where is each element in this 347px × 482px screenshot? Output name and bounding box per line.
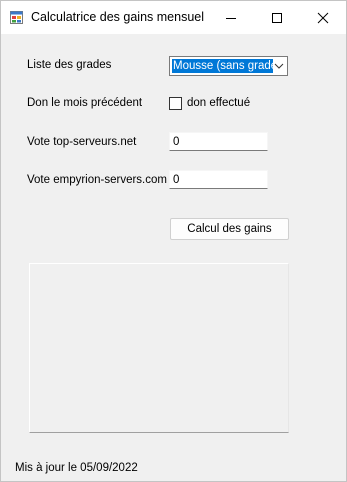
result-output-box — [29, 263, 289, 433]
close-button[interactable] — [300, 1, 346, 34]
minimize-button[interactable] — [208, 1, 254, 34]
grades-label: Liste des grades — [27, 59, 112, 71]
calculate-button[interactable]: Calcul des gains — [170, 218, 289, 240]
maximize-icon — [272, 13, 282, 23]
donation-checkbox[interactable] — [169, 97, 182, 110]
close-icon — [317, 12, 329, 24]
donation-checkbox-label[interactable]: don effectué — [187, 97, 250, 109]
app-window: Calculatrice des gains mensuel Liste des… — [0, 0, 347, 482]
grades-selected-value: Mousse (sans grade) — [172, 59, 273, 73]
title-bar[interactable]: Calculatrice des gains mensuel — [1, 1, 346, 34]
vote-top-input[interactable] — [169, 132, 268, 151]
grades-combobox[interactable]: Mousse (sans grade) — [169, 56, 288, 76]
donation-label: Don le mois précédent — [27, 97, 143, 109]
window-title: Calculatrice des gains mensuel — [31, 10, 205, 24]
chevron-down-icon — [274, 63, 284, 69]
app-icon — [10, 11, 23, 24]
vote-empyrion-input[interactable] — [169, 170, 268, 189]
last-updated-text: Mis à jour le 05/09/2022 — [15, 462, 138, 474]
vote-empyrion-label: Vote empyrion-servers.com — [27, 174, 167, 186]
minimize-icon — [226, 18, 236, 19]
maximize-button[interactable] — [254, 1, 300, 34]
vote-top-label: Vote top-serveurs.net — [27, 136, 137, 148]
